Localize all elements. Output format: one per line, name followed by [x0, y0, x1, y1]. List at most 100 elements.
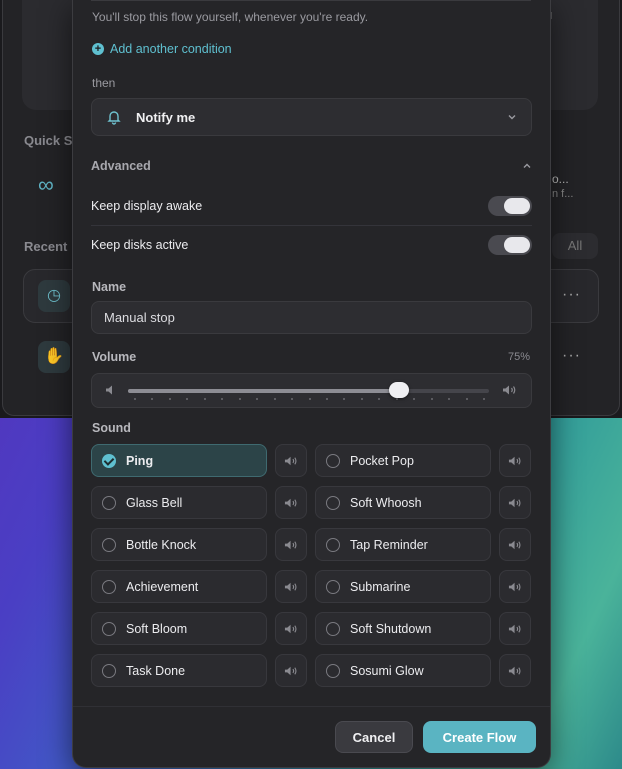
keep-disks-active-toggle[interactable] — [488, 235, 532, 255]
volume-tick — [396, 398, 398, 400]
filter-all-tab[interactable]: All — [552, 233, 598, 259]
volume-tick — [221, 398, 223, 400]
speaker-icon — [284, 498, 297, 508]
preview-sound-button[interactable] — [275, 570, 307, 603]
sound-option[interactable]: Ping — [91, 444, 267, 477]
sound-option[interactable]: Soft Bloom — [91, 612, 267, 645]
radio-icon — [326, 495, 340, 510]
speaker-icon — [508, 498, 521, 508]
volume-tick — [186, 398, 188, 400]
volume-tick — [361, 398, 363, 400]
volume-tick — [326, 398, 328, 400]
preview-sound-button[interactable] — [275, 486, 307, 519]
speaker-low-icon — [106, 385, 112, 395]
radio-icon — [326, 621, 340, 636]
preview-sound-button[interactable] — [499, 612, 531, 645]
sound-option-label: Soft Shutdown — [350, 621, 432, 636]
volume-tick — [431, 398, 433, 400]
cancel-button[interactable]: Cancel — [335, 721, 413, 753]
volume-slider-box — [91, 373, 532, 408]
radio-icon — [102, 663, 116, 678]
volume-tick — [343, 398, 345, 400]
bell-icon — [107, 111, 121, 125]
radio-icon — [326, 537, 340, 552]
preview-sound-button[interactable] — [275, 528, 307, 561]
radio-icon — [326, 453, 340, 468]
sound-option-label: Bottle Knock — [126, 537, 197, 552]
volume-ticks — [128, 398, 489, 400]
keep-disks-active-label: Keep disks active — [91, 238, 189, 252]
radio-icon — [102, 537, 116, 552]
sound-option[interactable]: Task Done — [91, 654, 267, 687]
sound-option[interactable]: Sosumi Glow — [315, 654, 491, 687]
create-flow-button[interactable]: Create Flow — [423, 721, 536, 753]
radio-icon — [326, 663, 340, 678]
speaker-icon — [508, 582, 521, 592]
preview-sound-button[interactable] — [499, 654, 531, 687]
volume-track[interactable] — [128, 389, 489, 393]
preview-sound-button[interactable] — [499, 486, 531, 519]
sound-option[interactable]: Submarine — [315, 570, 491, 603]
volume-percent: 75% — [507, 351, 530, 363]
volume-tick — [291, 398, 293, 400]
speaker-icon — [508, 540, 521, 550]
radio-icon — [102, 495, 116, 510]
more-options-icon[interactable]: ··· — [562, 347, 581, 365]
sound-option-label: Achievement — [126, 579, 199, 594]
speaker-icon — [284, 582, 297, 592]
add-condition-label: Add another condition — [110, 42, 232, 56]
name-label: Name — [92, 280, 127, 294]
sound-option-label: Ping — [126, 453, 154, 468]
add-condition-button[interactable]: + Add another condition — [92, 42, 232, 56]
volume-tick — [378, 398, 380, 400]
sound-option[interactable]: Soft Whoosh — [315, 486, 491, 519]
speaker-icon — [284, 456, 297, 466]
volume-tick — [466, 398, 468, 400]
sound-option[interactable]: Tap Reminder — [315, 528, 491, 561]
speaker-icon — [508, 666, 521, 676]
background-item-subtitle: n f... — [552, 188, 574, 200]
preview-sound-button[interactable] — [499, 570, 531, 603]
keep-disks-active-row: Keep disks active — [91, 226, 532, 264]
action-select-value: Notify me — [136, 109, 196, 125]
preview-sound-button[interactable] — [499, 528, 531, 561]
volume-tick — [204, 398, 206, 400]
preview-sound-button[interactable] — [275, 612, 307, 645]
plus-circle-icon: + — [92, 43, 104, 55]
volume-tick — [169, 398, 171, 400]
sound-option-label: Task Done — [126, 663, 186, 678]
footer-divider — [73, 706, 550, 707]
volume-slider-thumb[interactable] — [389, 382, 409, 398]
sound-option[interactable]: Glass Bell — [91, 486, 267, 519]
infinity-icon[interactable]: ∞ — [38, 172, 54, 198]
speaker-icon — [284, 666, 297, 676]
advanced-section-toggle[interactable]: Advanced — [91, 156, 532, 176]
action-select[interactable]: Notify me — [91, 98, 532, 136]
sound-option[interactable]: Bottle Knock — [91, 528, 267, 561]
sound-option-label: Pocket Pop — [350, 453, 414, 468]
advanced-label: Advanced — [91, 159, 151, 173]
sound-option[interactable]: Achievement — [91, 570, 267, 603]
volume-fill — [128, 389, 399, 393]
hand-icon: ✋ — [38, 341, 70, 373]
then-label: then — [92, 76, 116, 90]
condition-hint: You'll stop this flow yourself, whenever… — [92, 10, 369, 24]
name-input[interactable] — [91, 301, 532, 334]
create-flow-dialog: You'll stop this flow yourself, whenever… — [72, 0, 551, 768]
volume-tick — [413, 398, 415, 400]
timer-icon: ◷ — [38, 280, 70, 312]
volume-tick — [309, 398, 311, 400]
speaker-icon — [508, 456, 521, 466]
volume-tick — [151, 398, 153, 400]
speaker-icon — [284, 540, 297, 550]
top-field-border — [91, 0, 531, 1]
recent-heading: Recent — [24, 239, 68, 254]
more-options-icon[interactable]: ··· — [562, 286, 581, 304]
preview-sound-button[interactable] — [275, 654, 307, 687]
sound-option[interactable]: Pocket Pop — [315, 444, 491, 477]
preview-sound-button[interactable] — [275, 444, 307, 477]
volume-tick — [274, 398, 276, 400]
preview-sound-button[interactable] — [499, 444, 531, 477]
sound-option[interactable]: Soft Shutdown — [315, 612, 491, 645]
keep-display-awake-toggle[interactable] — [488, 196, 532, 216]
